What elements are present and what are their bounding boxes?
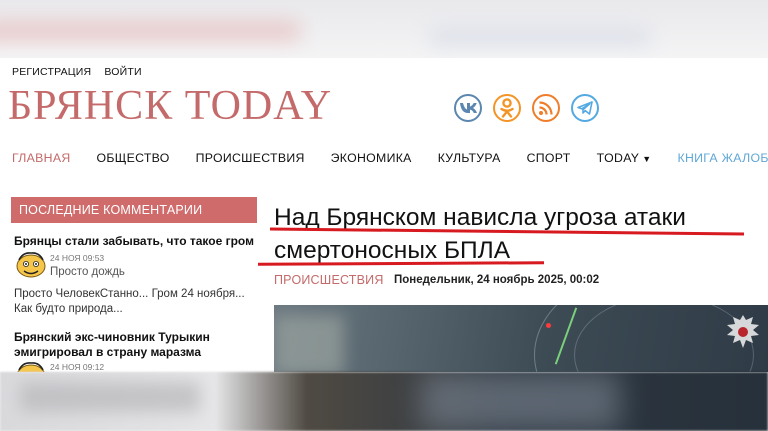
eagle-emblem-icon <box>727 315 759 348</box>
register-link[interactable]: РЕГИСТРАЦИЯ <box>12 66 91 78</box>
blurred-backdrop-top <box>0 0 768 58</box>
nav-item-obshchestvo[interactable]: ОБЩЕСТВО <box>97 151 170 165</box>
avatar <box>16 252 46 278</box>
vk-icon[interactable] <box>454 94 482 122</box>
rss-icon[interactable] <box>532 94 560 122</box>
comment-article-title[interactable]: Брянцы стали забывать, что такое гром <box>14 234 254 249</box>
comment-date: 24 НОЯ 09:53 <box>50 253 105 263</box>
avatar <box>17 362 45 372</box>
article-category[interactable]: ПРОИСШЕСТВИЯ <box>274 273 384 287</box>
nav-item-proisshestviya[interactable]: ПРОИСШЕСТВИЯ <box>196 151 305 165</box>
comment-body[interactable]: Просто ЧеловекСтанно... Гром 24 ноября..… <box>14 287 254 317</box>
odnoklassniki-icon[interactable] <box>493 94 521 122</box>
social-links <box>454 94 599 122</box>
article-date: Понедельник, 24 ноябрь 2025, 00:02 <box>394 274 600 286</box>
login-link[interactable]: ВОЙТИ <box>104 66 141 78</box>
nav-item-today-dropdown[interactable]: TODAY ▼ <box>597 151 652 165</box>
news-page: РЕГИСТРАЦИЯ ВОЙТИ БРЯНСК TODAY ГЛАВНАЯ О… <box>0 58 768 372</box>
nav-item-glavnaya[interactable]: ГЛАВНАЯ <box>12 151 71 165</box>
auth-links: РЕГИСТРАЦИЯ ВОЙТИ <box>12 66 152 78</box>
article-image <box>274 305 768 372</box>
caret-down-icon: ▼ <box>642 154 652 164</box>
nav-item-ekonomika[interactable]: ЭКОНОМИКА <box>331 151 412 165</box>
sidebar-heading: ПОСЛЕДНИЕ КОММЕНТАРИИ <box>11 197 257 223</box>
comment-author: Просто дождь <box>50 266 125 278</box>
nav-item-sport[interactable]: СПОРТ <box>527 151 571 165</box>
telegram-icon[interactable] <box>571 94 599 122</box>
site-logo[interactable]: БРЯНСК TODAY <box>8 82 332 130</box>
blurred-backdrop-bottom <box>0 372 768 431</box>
comment-article-title[interactable]: Брянский экс-чиновник Турыкин эмигрирова… <box>14 330 254 360</box>
comment-date: 24 НОЯ 09:12 <box>50 362 105 372</box>
nav-item-kniga-zhalob[interactable]: КНИГА ЖАЛОБ <box>678 151 768 165</box>
main-nav: ГЛАВНАЯ ОБЩЕСТВО ПРОИСШЕСТВИЯ ЭКОНОМИКА … <box>12 151 768 165</box>
nav-item-today-label: TODAY <box>596 151 640 165</box>
nav-item-kultura[interactable]: КУЛЬТУРА <box>438 151 501 165</box>
